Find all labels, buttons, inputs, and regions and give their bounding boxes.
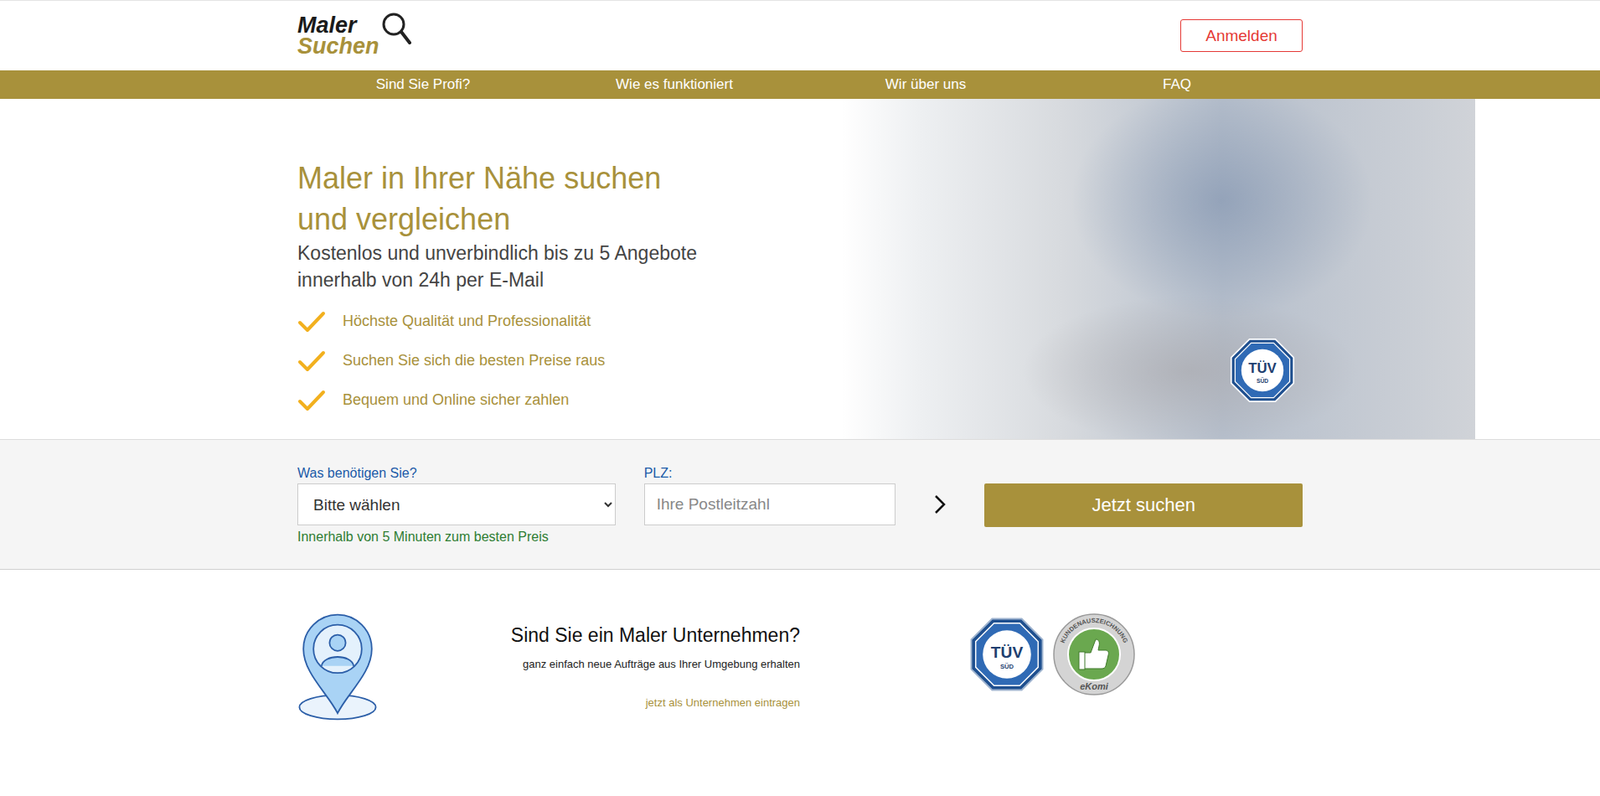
logo-line1: Maler — [297, 15, 380, 37]
svg-text:eKomi: eKomi — [1079, 681, 1110, 692]
search-section: Was benötigen Sie?Bitte wählen Innerhalb … — [0, 438, 1600, 570]
feature-item: Bequem und Online sicher zahlen — [297, 380, 842, 420]
hero: Maler in Ihrer Nähe suchenund vergleiche… — [297, 98, 1600, 439]
business-text: Sind Sie ein Maler Unternehmen? ganz einf… — [481, 612, 800, 711]
business-subtitle: ganz einfach neue Aufträge aus Ihrer Umg… — [522, 656, 800, 672]
hero-title: Maler in Ihrer Nähe suchenund vergleiche… — [297, 157, 842, 240]
svg-text:KUNDENAUSZEICHNUNG: KUNDENAUSZEICHNUNG — [1058, 616, 1130, 645]
svg-text:SÜD: SÜD — [1000, 662, 1015, 671]
nav-item[interactable]: FAQ — [1051, 76, 1303, 93]
tuv-badge-icon: TÜVSÜD — [966, 614, 1048, 695]
nav-bar: Sind Sie Profi?Wie es funktioniertWir üb… — [0, 70, 1600, 99]
magnifier-icon — [381, 11, 412, 46]
service-field: Was benötigen Sie?Bitte wählen Innerhalb … — [297, 464, 616, 546]
service-label: Was benötigen Sie? — [297, 464, 616, 482]
search-button[interactable]: Jetzt suchen — [984, 483, 1303, 527]
page: MalerSuchen Anmelden Sind Sie Profi?Wie es… — [0, 0, 1600, 796]
feature-item: Höchste Qualität und Professionalität — [297, 301, 842, 341]
zip-field: PLZ: — [644, 464, 897, 526]
logo-line2: Suchen — [297, 36, 380, 57]
feature-list: Höchste Qualität und ProfessionalitätSuc… — [297, 301, 842, 420]
hero-photo: TÜVSÜD — [841, 98, 1476, 439]
tuv-badge-icon: TÜVSÜD — [1227, 335, 1298, 406]
check-icon — [297, 388, 326, 413]
nav-item[interactable]: Wir über uns — [800, 76, 1052, 93]
login-button[interactable]: Anmelden — [1180, 19, 1303, 52]
badges: TÜVSÜD KUNDENAUSZEICHNUNG eKomi — [966, 612, 1136, 697]
register-link[interactable]: jetzt als Unternehmen eintragen — [645, 695, 800, 711]
chevron — [895, 483, 985, 526]
svg-text:SÜD: SÜD — [1256, 376, 1269, 384]
nav-item[interactable]: Wie es funktioniert — [548, 76, 800, 93]
hero-subtitle: Kostenlos und unverbindlich bis zu 5 Ang… — [297, 239, 842, 294]
hero-text: Maler in Ihrer Nähe suchenund vergleiche… — [297, 98, 842, 439]
check-icon — [297, 349, 326, 373]
check-icon — [297, 309, 326, 334]
logo[interactable]: MalerSuchen — [297, 15, 412, 57]
business-section: Sind Sie ein Maler Unternehmen? ganz einf… — [0, 569, 1600, 722]
svg-text:TÜV: TÜV — [1248, 360, 1277, 377]
chevron-right-icon — [934, 494, 946, 515]
svg-text:TÜV: TÜV — [990, 643, 1024, 661]
nav-item[interactable]: Sind Sie Profi? — [297, 76, 549, 93]
zip-input[interactable] — [644, 483, 897, 526]
feature-item: Suchen Sie sich die besten Preise raus — [297, 340, 842, 381]
service-select[interactable]: Bitte wählen — [297, 483, 616, 526]
ekomi-badge-icon: KUNDENAUSZEICHNUNG eKomi — [1052, 612, 1136, 697]
header: MalerSuchen Anmelden — [0, 0, 1600, 71]
zip-label: PLZ: — [644, 464, 897, 482]
location-person-icon — [297, 612, 378, 722]
search-hint: Innerhalb von 5 Minuten zum besten Preis — [297, 528, 616, 546]
business-title: Sind Sie ein Maler Unternehmen? — [510, 623, 800, 647]
